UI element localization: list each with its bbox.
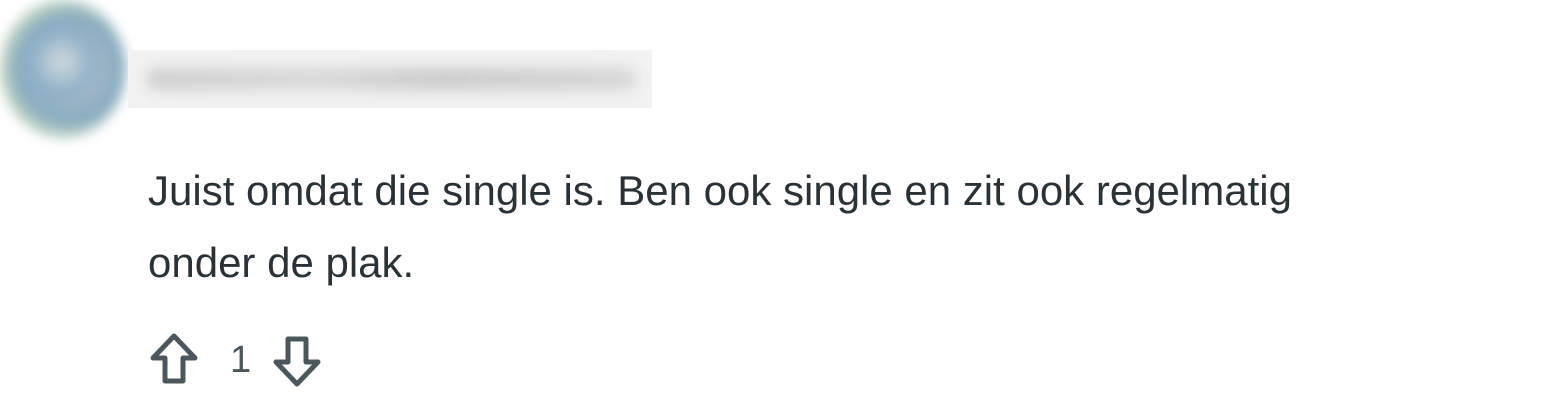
comment-body-line: onder de plak. [148,239,415,286]
vote-count: 1 [230,338,252,381]
comment-body-line: Juist omdat die single is. Ben ook singl… [148,167,1292,214]
username-blur [146,68,636,90]
arrow-up-outline-icon [148,332,200,388]
comment-body: Juist omdat die single is. Ben ook singl… [148,155,1542,299]
downvote-button[interactable] [269,330,325,390]
comment: Juist omdat die single is. Ben ook singl… [0,0,1542,420]
vote-actions: 1 [146,330,325,390]
arrow-down-outline-icon [271,332,323,388]
upvote-button[interactable] [146,330,202,390]
username-redacted[interactable] [128,50,652,108]
user-avatar[interactable] [0,0,126,138]
